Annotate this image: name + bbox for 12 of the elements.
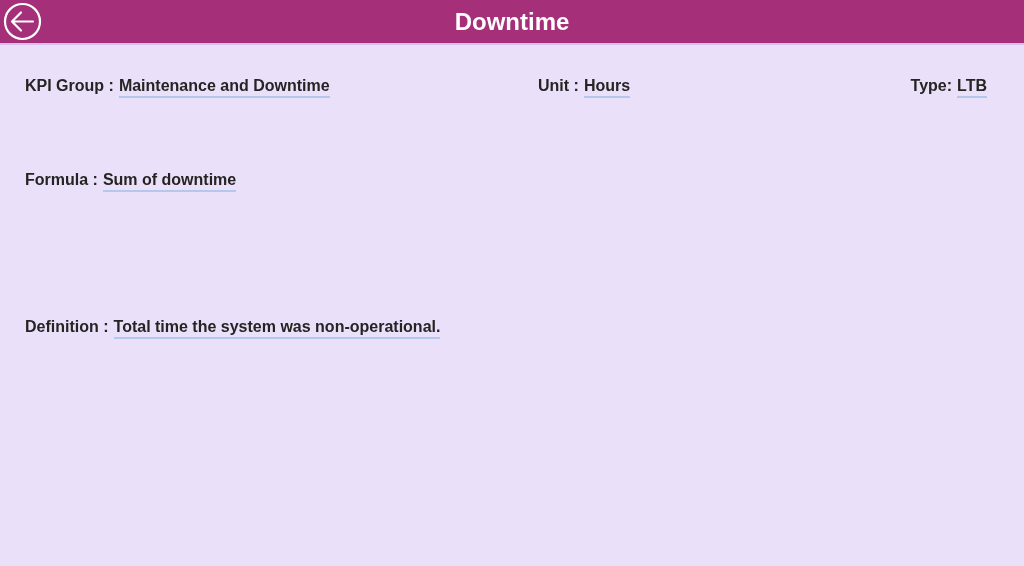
- page-title: Downtime: [454, 7, 570, 36]
- field-label: KPI Group :: [25, 77, 114, 95]
- field-label: Type:: [910, 77, 953, 95]
- field-value: LTB: [957, 77, 987, 98]
- back-button[interactable]: [3, 2, 42, 41]
- field-value: Sum of downtime: [102, 171, 237, 192]
- field-label: Unit :: [538, 77, 579, 95]
- field-value: Total time the system was non-operational.: [113, 318, 441, 339]
- field-value: Hours: [583, 77, 631, 98]
- field-label: Definition :: [25, 318, 109, 336]
- field-label: Formula :: [25, 171, 98, 189]
- field-value: Maintenance and Downtime: [118, 77, 330, 98]
